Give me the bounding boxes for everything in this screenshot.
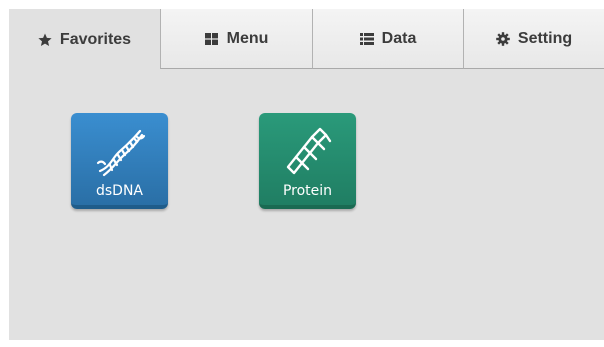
- tab-menu-label: Menu: [226, 29, 269, 47]
- grid-icon: [205, 32, 219, 46]
- star-icon: [38, 33, 52, 47]
- dsdna-app-label: dsDNA: [95, 183, 143, 199]
- dsdna-app-button[interactable]: dsDNA: [71, 113, 168, 209]
- tab-setting-label: Setting: [517, 29, 573, 47]
- protein-app-button[interactable]: Protein: [259, 113, 356, 209]
- tab-bar: Favorites Menu Data Setting: [9, 9, 604, 70]
- list-icon: [359, 32, 374, 46]
- tab-favorites[interactable]: Favorites: [9, 9, 160, 70]
- tab-data[interactable]: Data: [312, 9, 463, 69]
- favorites-screen: Favorites Menu Data Setting dsDNA Protei…: [9, 9, 604, 340]
- tab-data-label: Data: [381, 29, 417, 47]
- gear-icon: [496, 31, 510, 46]
- protein-app-label: Protein: [282, 183, 333, 199]
- dna-helix-icon: [71, 123, 168, 179]
- tab-favorites-label: Favorites: [59, 30, 132, 48]
- tab-setting[interactable]: Setting: [463, 9, 604, 69]
- tab-menu[interactable]: Menu: [160, 9, 312, 69]
- protein-helix-icon: [259, 123, 356, 179]
